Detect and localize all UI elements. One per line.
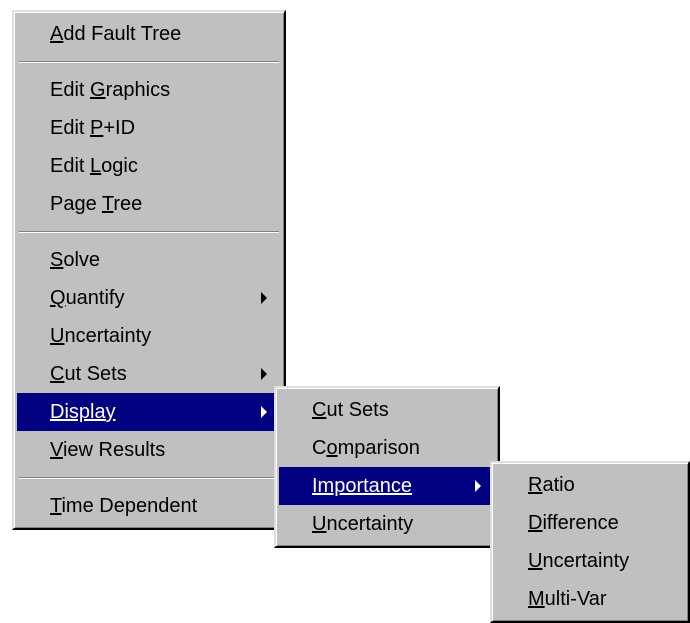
menu-item-view-results-label-post: iew Results	[62, 439, 166, 461]
menu-item-edit-pid-mnemonic: P	[90, 117, 104, 139]
importance-submenu: Ratio Difference Uncertainty Multi-Var	[490, 461, 690, 623]
menu-item-solve-label-post: olve	[63, 249, 101, 271]
submenu-item-comparison[interactable]: Comparison	[279, 429, 495, 467]
menu-item-cut-sets-mnemonic: C	[50, 363, 65, 385]
submenu-item-uncertainty[interactable]: Uncertainty	[279, 505, 495, 543]
submenu-item-ratio-mnemonic: R	[528, 474, 543, 496]
submenu-arrow-icon	[261, 406, 267, 418]
submenu-item-difference-label-post: ifference	[542, 512, 619, 534]
menu-item-cut-sets[interactable]: Cut Sets	[17, 355, 281, 393]
submenu-item-uncertainty-label-post: ncertainty	[326, 513, 414, 535]
menu-item-solve-mnemonic: S	[50, 249, 64, 271]
submenu-item-comparison-label-post: mparison	[337, 437, 420, 459]
menu-item-cut-sets-label-post: ut Sets	[64, 363, 127, 385]
submenu-item-uncertainty-mnemonic: U	[312, 513, 327, 535]
submenu-item-importance[interactable]: Importance	[279, 467, 495, 505]
menu-item-time-dependent[interactable]: Time Dependent	[17, 487, 281, 525]
submenu-item-cut-sets-mnemonic: C	[312, 399, 327, 421]
submenu-item-comparison-label-pre: C	[312, 437, 327, 459]
menu-item-quantify-mnemonic: Q	[50, 287, 66, 309]
menu-item-quantify-label-post: uantify	[65, 287, 125, 309]
menu-item-uncertainty[interactable]: Uncertainty	[17, 317, 281, 355]
menu-item-edit-graphics[interactable]: Edit Graphics	[17, 71, 281, 109]
submenu-item-difference-mnemonic: D	[528, 512, 543, 534]
submenu-arrow-icon	[475, 480, 481, 492]
menu-item-edit-pid-label-pre: Edit	[50, 117, 91, 139]
menu-item-edit-pid[interactable]: Edit P+ID	[17, 109, 281, 147]
submenu-arrow-icon	[261, 292, 267, 304]
menu-item-edit-graphics-mnemonic: G	[90, 79, 106, 101]
menu-item-edit-pid-label-post: +ID	[103, 117, 136, 139]
submenu-item-cut-sets[interactable]: Cut Sets	[279, 391, 495, 429]
menu-item-uncertainty-label-post: ncertainty	[64, 325, 152, 347]
submenu-item-difference[interactable]: Difference	[495, 504, 685, 542]
submenu-arrow-icon	[261, 368, 267, 380]
menu-item-time-dependent-mnemonic: T	[50, 495, 62, 517]
display-submenu: Cut Sets Comparison Importance Uncertain…	[274, 386, 500, 548]
menu-item-add-fault-tree[interactable]: Add Fault Tree	[17, 15, 281, 53]
main-context-menu: Add Fault Tree Edit Graphics Edit P+ID E…	[12, 10, 286, 530]
submenu-item-multi-var-mnemonic: M	[528, 588, 545, 610]
menu-item-page-tree-label-pre: Page	[50, 193, 102, 215]
menu-separator	[19, 231, 279, 233]
submenu-item-cut-sets-label-post: ut Sets	[326, 399, 389, 421]
menu-item-page-tree[interactable]: Page Tree	[17, 185, 281, 223]
menu-separator	[19, 61, 279, 63]
submenu-item-comparison-mnemonic: o	[326, 437, 338, 459]
submenu-item-importance-uncertainty[interactable]: Uncertainty	[495, 542, 685, 580]
menu-item-edit-logic[interactable]: Edit Logic	[17, 147, 281, 185]
menu-item-edit-graphics-label-post: raphics	[105, 79, 171, 101]
menu-item-view-results[interactable]: View Results	[17, 431, 281, 469]
submenu-item-multi-var[interactable]: Multi-Var	[495, 580, 685, 618]
menu-item-page-tree-label-post: ree	[113, 193, 143, 215]
menu-item-add-fault-tree-label-post: dd Fault Tree	[63, 23, 182, 45]
menu-item-view-results-mnemonic: V	[50, 439, 63, 461]
menu-item-edit-logic-mnemonic: L	[90, 155, 102, 177]
submenu-item-importance-uncertainty-label-post: ncertainty	[542, 550, 630, 572]
menu-item-add-fault-tree-mnemonic: A	[50, 23, 64, 45]
submenu-item-ratio[interactable]: Ratio	[495, 466, 685, 504]
submenu-item-multi-var-label-post: ulti-Var	[544, 588, 607, 610]
menu-item-solve[interactable]: Solve	[17, 241, 281, 279]
menu-item-uncertainty-mnemonic: U	[50, 325, 65, 347]
menu-item-display[interactable]: Display	[17, 393, 281, 431]
menu-item-display-mnemonic: Display	[50, 401, 116, 423]
menu-separator	[19, 477, 279, 479]
submenu-item-ratio-label-post: atio	[542, 474, 575, 496]
menu-item-edit-logic-label-pre: Edit	[50, 155, 91, 177]
menu-item-edit-graphics-label-pre: Edit	[50, 79, 91, 101]
submenu-item-importance-uncertainty-mnemonic: U	[528, 550, 543, 572]
menu-item-time-dependent-label-post: ime Dependent	[61, 495, 198, 517]
menu-item-quantify[interactable]: Quantify	[17, 279, 281, 317]
menu-item-edit-logic-label-post: ogic	[101, 155, 138, 177]
menu-item-page-tree-mnemonic: T	[101, 193, 114, 215]
submenu-item-importance-mnemonic: Importance	[312, 475, 413, 497]
